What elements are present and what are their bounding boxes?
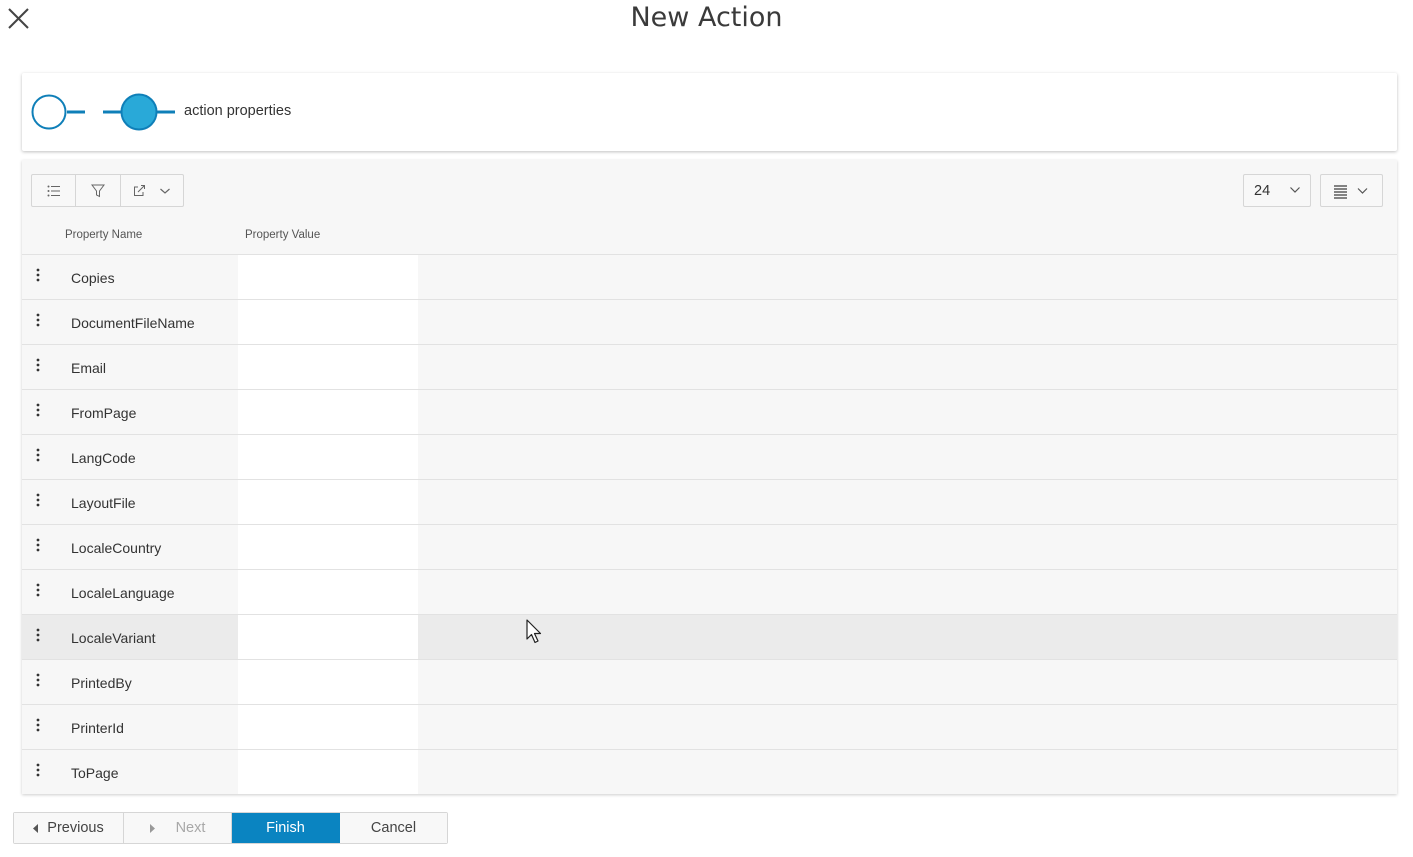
property-value-cell[interactable] [238,345,418,389]
table-row[interactable]: PrintedBy [22,659,1397,704]
wizard-stepper: action properties [22,73,1397,151]
row-menu-button[interactable] [32,447,46,465]
stepper-graphic [31,93,175,131]
property-name-cell: LayoutFile [71,495,136,511]
filter-button[interactable] [76,175,121,206]
property-name-cell: LangCode [71,450,136,466]
property-name-cell: LocaleVariant [71,630,156,646]
page-size-select[interactable]: 24 [1243,174,1311,207]
row-menu-button[interactable] [32,537,46,555]
kebab-menu-icon [36,538,40,552]
property-value-cell[interactable] [238,750,418,794]
chevron-down-icon [1290,187,1300,193]
cancel-button[interactable]: Cancel [340,813,447,843]
kebab-menu-icon [36,448,40,462]
caret-right-icon [149,823,155,833]
properties-grid: 24 Property Name Property Value Copies Do… [22,160,1397,794]
table-row[interactable]: Email [22,344,1397,389]
property-value-cell[interactable] [238,570,418,614]
property-name-cell: ToPage [71,765,119,781]
kebab-menu-icon [36,358,40,372]
table-row[interactable]: LayoutFile [22,479,1397,524]
property-value-cell[interactable] [238,435,418,479]
kebab-menu-icon [36,673,40,687]
kebab-menu-icon [36,718,40,732]
property-value-cell[interactable] [238,525,418,569]
row-menu-button[interactable] [32,762,46,780]
row-menu-button[interactable] [32,492,46,510]
lines-icon [1334,185,1368,199]
kebab-menu-icon [36,493,40,507]
property-name-cell: Copies [71,270,115,286]
property-value-cell[interactable] [238,705,418,749]
grid-toolbar [31,174,184,207]
mouse-cursor-icon [526,619,542,644]
cancel-label: Cancel [370,820,417,836]
row-menu-button[interactable] [32,357,46,375]
table-row[interactable]: PrinterId [22,704,1397,749]
table-body: Copies DocumentFileName Email FromPage LangC… [22,254,1397,794]
row-menu-button[interactable] [32,582,46,600]
columns-button[interactable] [32,175,76,206]
caret-left-icon [33,823,39,833]
kebab-menu-icon [36,403,40,417]
table-row[interactable]: Copies [22,254,1397,299]
property-name-cell: PrintedBy [71,675,132,691]
property-value-cell[interactable] [238,255,418,299]
row-menu-button[interactable] [32,312,46,330]
property-value-cell[interactable] [238,480,418,524]
list-icon [47,185,60,196]
property-name-cell: DocumentFileName [71,315,195,331]
row-menu-button[interactable] [32,672,46,690]
table-row[interactable]: LocaleVariant [22,614,1397,659]
property-name-cell: LocaleLanguage [71,585,175,601]
property-name-cell: FromPage [71,405,137,421]
previous-label: Previous [47,820,104,836]
chevron-down-icon [160,188,170,194]
kebab-menu-icon [36,268,40,282]
filter-icon [91,184,105,197]
finish-label: Finish [266,820,305,836]
table-row[interactable]: ToPage [22,749,1397,794]
export-icon [134,185,145,196]
dialog-title: New Action [630,2,783,33]
column-header-property-name[interactable]: Property Name [65,229,142,241]
kebab-menu-icon [36,583,40,597]
row-menu-button[interactable] [32,717,46,735]
table-row[interactable]: FromPage [22,389,1397,434]
page-size-value: 24 [1254,182,1271,199]
property-value-cell[interactable] [238,390,418,434]
row-density-select[interactable] [1320,174,1383,207]
table-row[interactable]: LocaleCountry [22,524,1397,569]
previous-button[interactable]: Previous [14,813,124,843]
table-row[interactable]: LangCode [22,434,1397,479]
finish-button[interactable]: Finish [232,813,340,843]
step-label-action-properties: action properties [184,103,292,119]
next-label: Next [175,820,206,836]
step-2-marker[interactable] [103,93,175,131]
kebab-menu-icon [36,628,40,642]
property-value-cell[interactable] [238,615,418,659]
property-name-cell: PrinterId [71,720,124,736]
row-menu-button[interactable] [32,402,46,420]
export-button[interactable] [121,175,183,206]
wizard-footer: Previous Next Finish Cancel [13,812,448,844]
next-button[interactable]: Next [124,813,232,843]
row-menu-button[interactable] [32,627,46,645]
property-value-cell[interactable] [238,300,418,344]
property-value-cell[interactable] [238,660,418,704]
table-row[interactable]: DocumentFileName [22,299,1397,344]
row-menu-button[interactable] [32,267,46,285]
table-row[interactable]: LocaleLanguage [22,569,1397,614]
step-1-marker[interactable] [31,94,86,130]
column-header-property-value[interactable]: Property Value [245,229,320,241]
property-name-cell: Email [71,360,107,376]
property-name-cell: LocaleCountry [71,540,162,556]
kebab-menu-icon [36,313,40,327]
kebab-menu-icon [36,763,40,777]
